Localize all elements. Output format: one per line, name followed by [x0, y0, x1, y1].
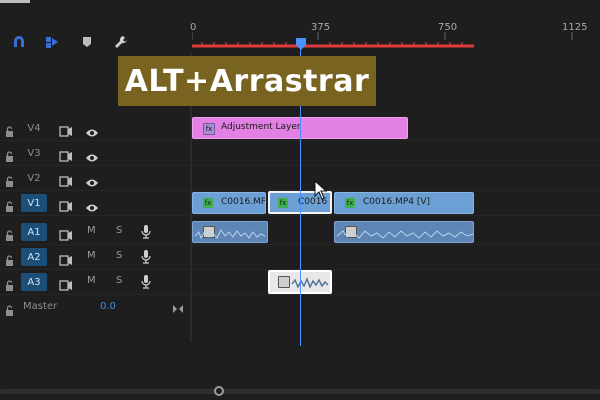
track-header: A1 M S: [0, 220, 190, 244]
sync-lock-icon[interactable]: [59, 147, 73, 166]
lock-icon[interactable]: [5, 276, 14, 295]
track-name[interactable]: V1: [21, 194, 47, 212]
track-name[interactable]: V4: [21, 119, 47, 137]
fx-badge-icon: fx: [203, 198, 213, 208]
sync-lock-icon[interactable]: [59, 226, 73, 245]
track-name[interactable]: A2: [21, 248, 47, 266]
sync-lock-icon[interactable]: [59, 122, 73, 141]
clip-label: C0016.MP: [221, 197, 266, 207]
track-header: A3 M S: [0, 270, 190, 294]
scrollbar-thumb[interactable]: [214, 386, 224, 396]
video-clip[interactable]: fx C0016.MP4 [V]: [334, 192, 474, 214]
microphone-icon[interactable]: [141, 224, 151, 243]
lock-icon[interactable]: [5, 301, 14, 320]
track-header: V3: [0, 141, 190, 165]
audio-clip[interactable]: [334, 221, 474, 243]
track-name[interactable]: V2: [21, 169, 47, 187]
track-header: A2 M S: [0, 245, 190, 269]
fx-badge-icon: fx: [203, 123, 215, 135]
ruler-tick-label: 750: [438, 22, 458, 33]
mute-button[interactable]: M: [87, 250, 96, 261]
lock-icon[interactable]: [5, 197, 14, 216]
playhead-handle[interactable]: [295, 35, 307, 50]
solo-button[interactable]: S: [116, 250, 122, 261]
sync-lock-icon[interactable]: [59, 276, 73, 295]
eye-icon[interactable]: [85, 198, 99, 217]
audio-clip[interactable]: [192, 221, 268, 243]
lock-icon[interactable]: [5, 172, 14, 191]
eye-icon[interactable]: [85, 148, 99, 167]
shortcut-caption: ALT+Arrastrar: [118, 56, 376, 106]
clip-label: Adjustment Layer: [221, 122, 301, 132]
sync-lock-icon[interactable]: [59, 251, 73, 270]
eye-icon[interactable]: [85, 173, 99, 192]
master-label: Master: [23, 301, 58, 312]
track-name[interactable]: A1: [21, 223, 47, 241]
panel-tab-underline: [0, 0, 30, 3]
lock-icon[interactable]: [5, 251, 14, 270]
magnet-snap-icon[interactable]: [10, 33, 28, 51]
solo-button[interactable]: S: [116, 225, 122, 236]
master-track: Master 0.0: [0, 296, 190, 318]
mute-button[interactable]: M: [87, 225, 96, 236]
linked-selection-icon[interactable]: [43, 33, 61, 51]
ruler-tick-label: 1125: [562, 22, 588, 33]
scrollbar-track[interactable]: [0, 389, 600, 394]
fx-badge-icon: fx: [345, 198, 355, 208]
track-header: V2: [0, 166, 190, 190]
video-clip[interactable]: fx C0016.MP: [192, 192, 266, 214]
wrench-icon[interactable]: [112, 33, 130, 51]
ruler-tick-label: 375: [311, 22, 331, 33]
sync-lock-icon[interactable]: [59, 197, 73, 216]
shortcut-caption-text: ALT+Arrastrar: [124, 63, 370, 99]
sync-lock-icon[interactable]: [59, 172, 73, 191]
fx-badge-icon: fx: [278, 198, 288, 208]
horizontal-scrollbar[interactable]: [0, 386, 600, 396]
lock-icon[interactable]: [5, 147, 14, 166]
eye-icon[interactable]: [85, 123, 99, 142]
lock-icon[interactable]: [5, 226, 14, 245]
track-name[interactable]: A3: [21, 273, 47, 291]
time-ruler[interactable]: [192, 18, 600, 52]
track-name[interactable]: V3: [21, 144, 47, 162]
solo-button[interactable]: S: [116, 275, 122, 286]
microphone-icon[interactable]: [141, 249, 151, 268]
lock-icon[interactable]: [5, 122, 14, 141]
master-volume[interactable]: 0.0: [100, 301, 116, 312]
ruler-tick-label: 0: [190, 22, 197, 33]
mouse-cursor-icon: [314, 179, 328, 204]
go-to-end-icon[interactable]: [172, 299, 184, 318]
clip-label: C0016.MP4 [V]: [363, 197, 431, 207]
marker-icon[interactable]: [78, 33, 96, 51]
mute-button[interactable]: M: [87, 275, 96, 286]
track-header: V4: [0, 116, 190, 140]
track-header: V1: [0, 191, 190, 215]
microphone-icon[interactable]: [141, 274, 151, 293]
